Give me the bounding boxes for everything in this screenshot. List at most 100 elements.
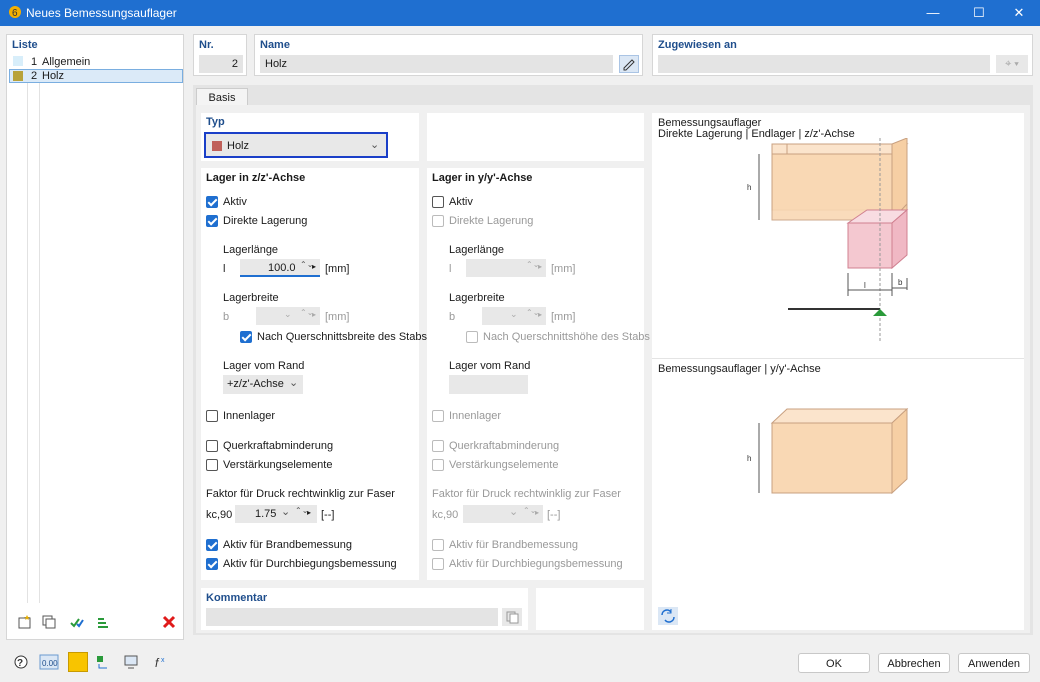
- display-icon[interactable]: [120, 654, 142, 674]
- yy-querkraft-label: Querkraftabminderung: [449, 440, 560, 452]
- zz-innen-checkbox[interactable]: [206, 410, 218, 422]
- name-panel: Name Holz: [254, 34, 643, 76]
- typ-value: Holz: [227, 140, 250, 152]
- edit-name-button[interactable]: [619, 55, 639, 73]
- tab-basis[interactable]: Basis: [196, 88, 248, 106]
- zz-breite-input[interactable]: ⌄ ⌃⌄ ▸: [256, 307, 320, 325]
- zz-nach-checkbox[interactable]: [240, 331, 252, 343]
- zz-laenge-sym: l: [223, 263, 226, 275]
- list-panel: Liste 1 Allgemein 2 Holz: [6, 34, 184, 640]
- zz-durch-checkbox[interactable]: [206, 558, 218, 570]
- typ-panel: Typ Holz ⌄: [201, 113, 419, 161]
- zz-innen-label: Innenlager: [223, 410, 275, 422]
- arrow-right-icon: ▸: [538, 262, 543, 271]
- check-all-icon[interactable]: [66, 614, 88, 634]
- svg-text:l: l: [864, 281, 866, 290]
- cancel-button[interactable]: Abbrechen: [878, 653, 950, 673]
- svg-text:b: b: [898, 278, 903, 287]
- yy-panel: Lager in y/y'-Achse Aktiv Direkte Lageru…: [427, 168, 650, 580]
- zz-brand-label: Aktiv für Brandbemessung: [223, 539, 353, 551]
- yy-laenge-unit: [mm]: [551, 263, 576, 275]
- nr-field[interactable]: 2: [199, 55, 243, 73]
- new-item-icon[interactable]: [14, 614, 36, 634]
- decimal-places-icon[interactable]: 0.00: [38, 654, 60, 674]
- yy-durch-checkbox: [432, 558, 444, 570]
- nr-label: Nr.: [199, 39, 214, 51]
- assigned-field[interactable]: [658, 55, 990, 73]
- zz-verst-label: Verstärkungselemente: [223, 459, 333, 471]
- zz-laenge-input[interactable]: 100.0 ⌃⌄ ▸: [240, 259, 320, 277]
- svg-text:x: x: [161, 657, 165, 664]
- zz-panel: Lager in z/z'-Achse Aktiv Direkte Lageru…: [201, 168, 427, 580]
- svg-text:f: f: [155, 656, 160, 670]
- chevron-down-icon[interactable]: ⌄: [281, 505, 290, 518]
- arrow-right-icon: ▸: [538, 310, 543, 319]
- list-header: Liste: [12, 39, 38, 51]
- zz-rand-select[interactable]: +z/z'-Achse ⌄: [223, 375, 303, 394]
- zz-aktiv-checkbox[interactable]: [206, 196, 218, 208]
- title-bar: 6 Neues Bemessungsauflager — ☐ ✕: [0, 0, 1040, 26]
- list-item[interactable]: 1 Allgemein: [7, 54, 183, 69]
- color-icon[interactable]: [68, 652, 88, 672]
- zz-kc-unit: [--]: [321, 509, 335, 521]
- yy-rand-select: [449, 375, 528, 394]
- apply-button[interactable]: Anwenden: [958, 653, 1030, 673]
- svg-text:6: 6: [12, 8, 18, 19]
- zz-direkt-checkbox[interactable]: [206, 215, 218, 227]
- arrow-right-icon[interactable]: ▸: [307, 508, 311, 517]
- yy-breite-sym: b: [449, 311, 456, 323]
- yy-header: Lager in y/y'-Achse: [432, 172, 533, 184]
- zz-querkraft-checkbox[interactable]: [206, 440, 218, 452]
- refresh-diagram-icon[interactable]: [658, 607, 678, 625]
- select-objects-button[interactable]: ⌖ ▾: [996, 55, 1028, 73]
- chevron-down-icon: ⌄: [370, 139, 380, 151]
- zz-durch-label: Aktiv für Durchbiegungsbemessung: [223, 558, 397, 570]
- support-diagram-zz: h l b: [747, 138, 909, 343]
- window-title: Neues Bemessungsauflager: [26, 6, 177, 20]
- ok-button[interactable]: OK: [798, 653, 870, 673]
- formula-icon[interactable]: fx: [150, 654, 172, 674]
- minimize-button[interactable]: —: [910, 0, 956, 26]
- list-item-selected[interactable]: 2 Holz: [9, 69, 183, 83]
- yy-breite-input: ⌄ ⌃⌄ ▸: [482, 307, 546, 325]
- delete-icon[interactable]: [158, 614, 180, 634]
- typ-color-swatch: [212, 141, 222, 151]
- zz-breite-sym: b: [223, 311, 230, 323]
- yy-aktiv-checkbox[interactable]: [432, 196, 444, 208]
- yy-brand-checkbox: [432, 539, 444, 551]
- empty-panel: [427, 113, 644, 161]
- support-diagram-yy: h: [747, 407, 909, 495]
- list-item-label: Holz: [42, 70, 65, 82]
- divider: [652, 358, 1024, 359]
- zz-header: Lager in z/z'-Achse: [206, 172, 306, 184]
- typ-select[interactable]: Holz ⌄: [204, 132, 388, 158]
- yy-kc-label: kc,90: [432, 509, 459, 521]
- yy-nach-label: Nach Querschnittshöhe des Stabs: [483, 331, 650, 343]
- yy-innen-label: Innenlager: [449, 410, 501, 422]
- h-dimension-label: h: [747, 183, 751, 192]
- zz-verst-checkbox[interactable]: [206, 459, 218, 471]
- arrow-right-icon[interactable]: ▸: [312, 262, 316, 271]
- zz-brand-checkbox[interactable]: [206, 539, 218, 551]
- yy-rand-label: Lager vom Rand: [449, 360, 531, 372]
- kommentar-copy-icon[interactable]: [502, 608, 522, 626]
- kommentar-field[interactable]: [206, 608, 498, 626]
- name-field[interactable]: Holz: [260, 55, 613, 73]
- object-filter-icon[interactable]: [92, 654, 114, 674]
- sort-icon[interactable]: [92, 614, 114, 634]
- yy-direkt-label: Direkte Lagerung: [449, 215, 534, 227]
- close-button[interactable]: ✕: [996, 0, 1040, 26]
- kommentar-panel: Kommentar: [201, 588, 528, 630]
- zz-kc-input[interactable]: 1.75 ⌄ ⌃⌄ ▸: [235, 505, 317, 523]
- zz-kc-value: 1.75: [255, 508, 277, 520]
- assigned-panel: Zugewiesen an ⌖ ▾: [652, 34, 1033, 76]
- chevron-down-icon: ⌄: [284, 309, 292, 319]
- nr-panel: Nr. 2: [193, 34, 247, 76]
- divider: [27, 83, 28, 603]
- search-icon[interactable]: ?: [10, 654, 32, 674]
- list-item-num: 2: [31, 70, 38, 82]
- diagram-panel: Bemessungsauflager Direkte Lagerung | En…: [652, 113, 1024, 630]
- zz-direkt-label: Direkte Lagerung: [223, 215, 308, 227]
- arrow-right-icon: ▸: [312, 310, 317, 319]
- copy-item-icon[interactable]: [38, 614, 60, 634]
